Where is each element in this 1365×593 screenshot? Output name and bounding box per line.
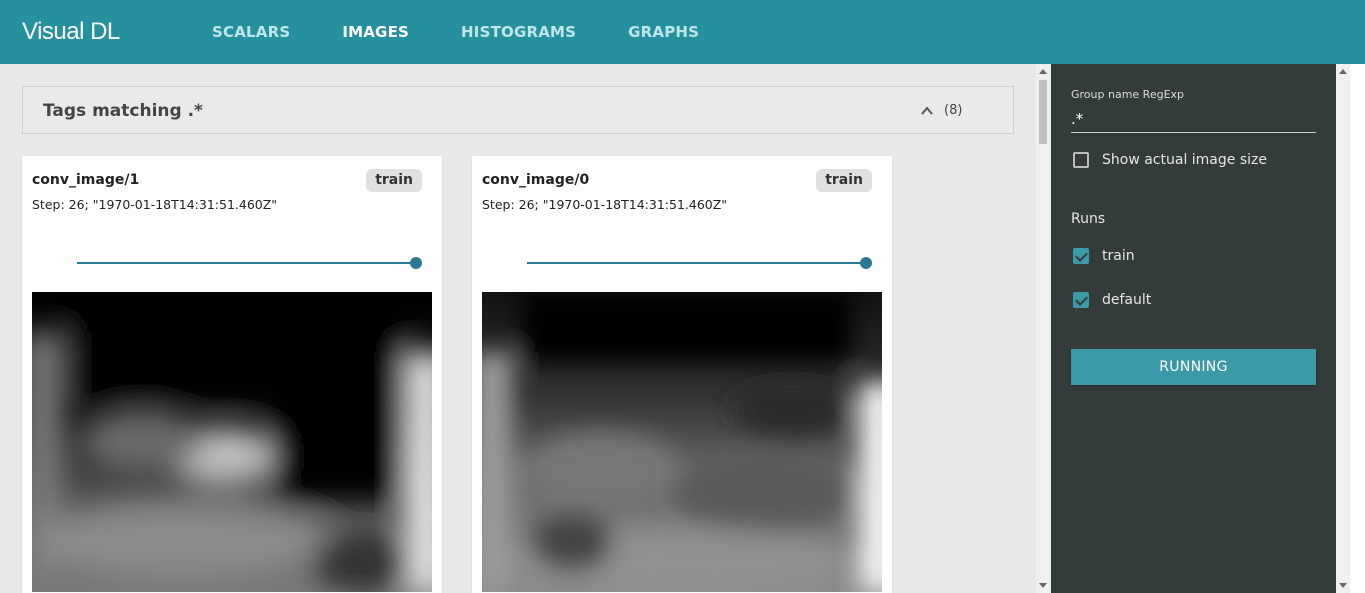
conv-image-1 bbox=[32, 292, 432, 592]
main-scrollbar[interactable] bbox=[1036, 64, 1050, 593]
config-sidebar: Group name RegExp Show actual image size… bbox=[1051, 64, 1336, 593]
main-content: Tags matching .* (8) conv_image/1 train … bbox=[0, 64, 1036, 593]
run-train-label: train bbox=[1102, 248, 1135, 264]
scroll-down-arrow[interactable] bbox=[1039, 583, 1047, 588]
group-regexp-label: Group name RegExp bbox=[1071, 88, 1185, 101]
run-toggle-default[interactable]: default bbox=[1073, 292, 1151, 308]
show-actual-size-label: Show actual image size bbox=[1102, 152, 1267, 168]
sidebar-scrollbar[interactable] bbox=[1336, 64, 1350, 593]
run-train-checkbox[interactable] bbox=[1073, 248, 1089, 264]
sidebar-scroll-up-arrow[interactable] bbox=[1339, 69, 1347, 74]
tags-group-header[interactable]: Tags matching .* (8) bbox=[22, 86, 1014, 134]
chevron-up-icon[interactable] bbox=[920, 104, 934, 118]
tags-count: (8) bbox=[944, 103, 963, 118]
nav-graphs[interactable]: GRAPHS bbox=[628, 0, 699, 64]
step-slider-track[interactable] bbox=[77, 262, 416, 264]
card-step-info: Step: 26; "1970-01-18T14:31:51.460Z" bbox=[482, 197, 728, 212]
nav-scalars[interactable]: SCALARS bbox=[212, 0, 290, 64]
nav-histograms[interactable]: HISTOGRAMS bbox=[461, 0, 576, 64]
run-badge: train bbox=[816, 169, 872, 192]
group-regexp-input[interactable] bbox=[1071, 106, 1316, 133]
scroll-up-arrow[interactable] bbox=[1039, 69, 1047, 74]
show-actual-size-toggle[interactable]: Show actual image size bbox=[1073, 152, 1267, 168]
conv-image-0-picture bbox=[482, 292, 882, 592]
scrollbar-thumb[interactable] bbox=[1039, 80, 1047, 144]
card-title: conv_image/0 bbox=[482, 172, 590, 188]
card-step-info: Step: 26; "1970-01-18T14:31:51.460Z" bbox=[32, 197, 278, 212]
runs-heading: Runs bbox=[1071, 211, 1106, 227]
sidebar-scroll-down-arrow[interactable] bbox=[1339, 583, 1347, 588]
run-default-label: default bbox=[1102, 292, 1152, 308]
app-logo[interactable]: Visual DL bbox=[22, 18, 120, 46]
step-slider-track[interactable] bbox=[527, 262, 866, 264]
run-default-checkbox[interactable] bbox=[1073, 292, 1089, 308]
conv-image-0 bbox=[482, 292, 882, 592]
step-slider-handle[interactable] bbox=[410, 257, 422, 269]
run-badge: train bbox=[366, 169, 422, 192]
nav-images[interactable]: IMAGES bbox=[342, 0, 409, 64]
conv-image-1-picture bbox=[32, 292, 432, 592]
image-card: conv_image/1 train Step: 26; "1970-01-18… bbox=[22, 156, 442, 593]
main-nav: SCALARS IMAGES HISTOGRAMS GRAPHS bbox=[212, 0, 751, 64]
run-toggle-train[interactable]: train bbox=[1073, 248, 1135, 264]
top-bar: Visual DL SCALARS IMAGES HISTOGRAMS GRAP… bbox=[0, 0, 1365, 64]
image-card: conv_image/0 train Step: 26; "1970-01-18… bbox=[472, 156, 892, 593]
tags-group-title: Tags matching .* bbox=[43, 101, 203, 121]
running-button[interactable]: RUNNING bbox=[1071, 349, 1316, 385]
step-slider-handle[interactable] bbox=[860, 257, 872, 269]
show-actual-size-checkbox[interactable] bbox=[1073, 152, 1089, 168]
window-edge bbox=[1350, 64, 1365, 593]
card-title: conv_image/1 bbox=[32, 172, 140, 188]
